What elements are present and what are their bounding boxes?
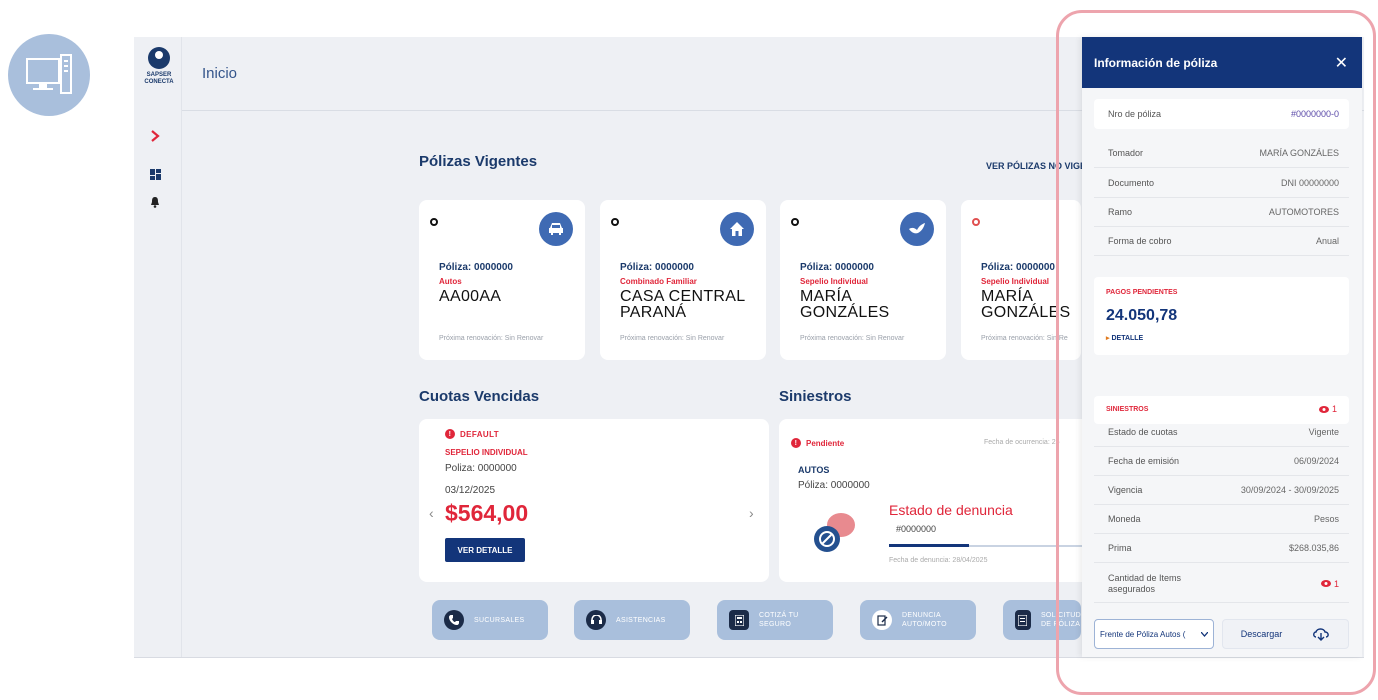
pagos-pendientes-card: PAGOS PENDIENTES 24.050,78 ▸ DETALLE (1094, 277, 1349, 355)
cloud-download-icon (1313, 628, 1330, 641)
close-icon[interactable]: ✕ (1335, 53, 1348, 73)
siniestro-category: AUTOS (798, 465, 830, 475)
cuota-date: 03/12/2025 (445, 485, 496, 496)
policy-card[interactable]: Póliza: 0000000 Combinado Familiar CASA … (600, 200, 766, 360)
polizas-title: Pólizas Vigentes (419, 153, 538, 170)
chevron-down-icon (1201, 631, 1208, 637)
cuotas-title: Cuotas Vencidas (419, 388, 540, 405)
nro-poliza-row: Nro de póliza #0000000-0 (1094, 99, 1349, 129)
policy-value: MARÍA GONZÁLES (981, 288, 1071, 321)
policy-renewal: Próxima renovación: Sin Renovar (620, 335, 725, 342)
home-icon (720, 212, 754, 246)
policy-number: Póliza: 0000000 (981, 262, 1055, 273)
eye-icon (1318, 405, 1329, 413)
status-badge: ! DEFAULT (445, 429, 499, 439)
sucursales-button[interactable]: SUCURSALES (432, 600, 548, 640)
pagos-title: PAGOS PENDIENTES (1106, 289, 1178, 296)
cuotas-card: ! DEFAULT SEPELIO INDIVIDUAL Poliza: 000… (419, 419, 769, 582)
ver-polizas-no-vigentes-link[interactable]: VER PÓLIZAS NO VIGE (986, 161, 1086, 171)
chevron-right-icon (151, 130, 160, 142)
pagos-detalle-link[interactable]: ▸ DETALLE (1106, 334, 1143, 342)
siniestro-poliza: Póliza: 0000000 (798, 480, 870, 491)
sidebar: SAPSER CONECTA (134, 37, 182, 657)
computer-icon (8, 34, 90, 116)
cuota-amount: $564,00 (445, 500, 529, 526)
expand-sidebar-button[interactable] (144, 125, 166, 147)
policy-number: Póliza: 0000000 (620, 262, 694, 273)
dashboard-button[interactable] (144, 163, 166, 185)
status-dot (611, 218, 619, 226)
cuota-poliza: Poliza: 0000000 (445, 463, 517, 474)
policy-category: Sepelio Individual (800, 277, 869, 286)
cotiza-seguro-button[interactable]: COTIZÁ TU SEGURO (717, 600, 833, 640)
policy-value: AA00AA (439, 288, 502, 305)
documento-row: Documento DNI 00000000 (1094, 168, 1349, 198)
status-dot (972, 218, 980, 226)
policy-category: Sepelio Individual (981, 277, 1050, 286)
fecha-ocurrencia: Fecha de ocurrencia: 25 (984, 439, 1060, 446)
dashboard-icon (149, 168, 161, 180)
denuncia-auto-moto-button[interactable]: DENUNCIA AUTO/MOTO (860, 600, 976, 640)
vigencia-row: Vigencia 30/09/2024 - 30/09/2025 (1094, 475, 1349, 505)
siniestros-title: Siniestros (779, 388, 852, 405)
alert-icon: ! (791, 438, 801, 448)
status-badge: ! Pendiente (791, 438, 844, 448)
policy-number: Póliza: 0000000 (439, 262, 513, 273)
ramo-row: Ramo AUTOMOTORES (1094, 197, 1349, 227)
policy-card[interactable]: Póliza: 0000000 Autos AA00AA Próxima ren… (419, 200, 585, 360)
status-dot (430, 218, 438, 226)
policy-category: Combinado Familiar (620, 277, 697, 286)
forma-cobro-row: Forma de cobro Anual (1094, 226, 1349, 256)
calculator-icon (729, 610, 749, 630)
screen: SAPSER CONECTA Inicio Pólizas Vigentes V… (0, 0, 1378, 700)
tomador-row: Tomador MARÍA GONZÁLES (1094, 138, 1349, 168)
chat-block-icon (809, 509, 859, 559)
bell-icon (151, 196, 159, 208)
policy-value: MARÍA GONZÁLES (800, 288, 890, 321)
notifications-button[interactable] (144, 191, 166, 213)
ver-detalle-button[interactable]: VER DETALLE (445, 538, 525, 562)
policy-value: CASA CENTRAL PARANÁ (620, 288, 746, 321)
edit-icon (872, 610, 892, 630)
panel-header: Información de póliza ✕ (1082, 37, 1362, 88)
status-dot (791, 218, 799, 226)
denuncia-number: #0000000 (896, 524, 937, 534)
policy-renewal: Próxima renovación: Sin Renovar (800, 335, 905, 342)
policy-number: Póliza: 0000000 (800, 262, 874, 273)
prev-arrow-icon[interactable]: ‹ (429, 505, 434, 521)
panel-title: Información de póliza (1094, 55, 1218, 70)
policy-renewal: Próxima renovación: Sin Renovar (439, 335, 544, 342)
siniestros-count: 1 (1318, 404, 1337, 414)
prima-row: Prima $268.035,86 (1094, 533, 1349, 563)
next-arrow-icon[interactable]: › (749, 505, 754, 521)
solicitud-poliza-button[interactable]: SOLICITUD DE PÓLIZA (1003, 600, 1081, 640)
document-icon (1015, 610, 1031, 630)
estado-cuotas-row: Estado de cuotas Vigente (1094, 417, 1349, 447)
estado-denuncia: Estado de denuncia (889, 502, 1013, 518)
eye-icon[interactable] (1320, 580, 1331, 587)
policy-category: Autos (439, 277, 462, 286)
asistencias-button[interactable]: ASISTENCIAS (574, 600, 690, 640)
siniestros-summary-title: SINIESTROS (1106, 406, 1149, 413)
cuota-category: SEPELIO INDIVIDUAL (445, 448, 528, 457)
fecha-denuncia: Fecha de denuncia: 28/04/2025 (889, 557, 988, 564)
car-icon (539, 212, 573, 246)
alert-icon: ! (445, 429, 455, 439)
dove-icon (900, 212, 934, 246)
headset-icon (586, 610, 606, 630)
page-title: Inicio (202, 65, 238, 82)
moneda-row: Moneda Pesos (1094, 504, 1349, 534)
policy-info-panel: Información de póliza ✕ Nro de póliza #0… (1082, 37, 1362, 657)
logo: SAPSER CONECTA (139, 47, 179, 97)
documento-select[interactable]: Frente de Póliza Autos ( (1094, 619, 1214, 649)
policy-card[interactable]: Póliza: 0000000 Sepelio Individual MARÍA… (961, 200, 1081, 360)
policy-renewal: Próxima renovación: Sin Re (981, 335, 1068, 342)
fecha-emision-row: Fecha de emisión 06/09/2024 (1094, 446, 1349, 476)
descargar-button[interactable]: Descargar (1222, 619, 1349, 649)
items-asegurados-row: Cantidad de Items asegurados 1 (1094, 565, 1349, 603)
policy-card[interactable]: Póliza: 0000000 Sepelio Individual MARÍA… (780, 200, 946, 360)
phone-icon (444, 610, 464, 630)
descargar-label: Descargar (1240, 629, 1283, 639)
pagos-amount: 24.050,78 (1106, 307, 1178, 324)
